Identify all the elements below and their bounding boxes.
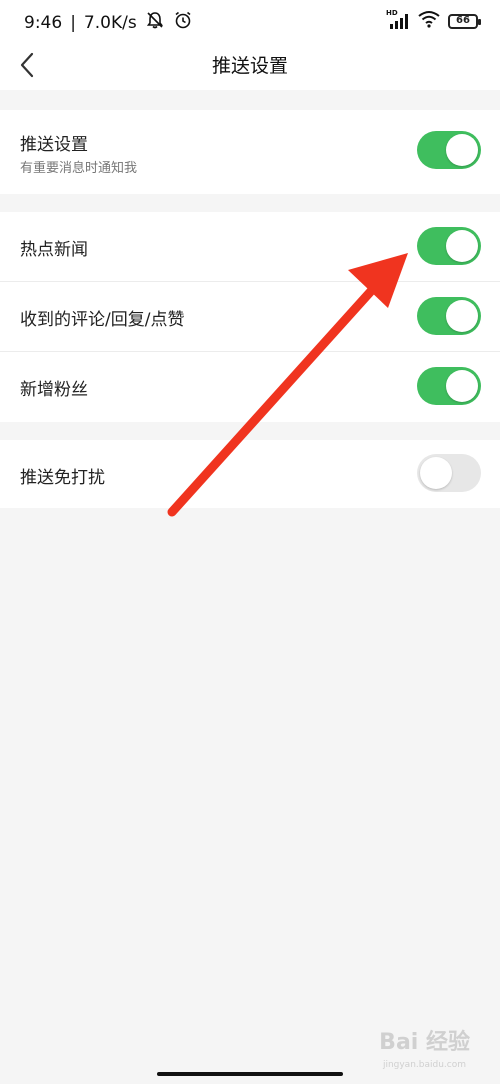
dnd-toggle[interactable] [417,454,481,492]
battery-level: 66 [456,14,470,26]
toggle-knob [446,370,478,402]
status-right: HD 66 [386,9,481,32]
network-speed: 7.0K/s [83,12,137,33]
status-bar: 9:46 | 7.0K/s HD 66 [0,0,500,44]
hot-news-row: 热点新闻 [0,212,500,282]
watermark-url: jingyan.baidu.com [382,1060,466,1070]
watermark-logo: Bai 经验 [379,1030,470,1055]
comments-toggle[interactable] [417,297,481,335]
hot-news-toggle[interactable] [417,227,481,265]
page-title: 推送设置 [211,55,288,77]
status-left: 9:46 | 7.0K/s [24,10,193,35]
alarm-clock-icon [173,10,193,35]
push-setting-label: 推送设置 [20,135,88,155]
toggle-knob [420,457,452,489]
dnd-label: 推送免打扰 [20,468,105,488]
toggle-knob [446,230,478,262]
toggle-knob [446,300,478,332]
comments-row: 收到的评论/回复/点赞 [0,282,500,352]
push-setting-row: 推送设置 有重要消息时通知我 [0,110,500,194]
toggle-knob [446,134,478,166]
signal-icon: HD [386,9,410,30]
hot-news-label: 热点新闻 [20,240,88,260]
push-settings-card: 推送设置 有重要消息时通知我 [0,110,500,194]
battery-icon: 66 [448,13,481,29]
header-bar: 推送设置 [0,44,500,90]
wifi-icon [418,10,440,32]
status-time: 9:46 [24,12,63,33]
notification-types-card: 热点新闻 收到的评论/回复/点赞 新增粉丝 [0,212,500,422]
push-setting-sublabel: 有重要消息时通知我 [20,161,138,176]
status-separator: | [70,12,76,33]
dnd-row: 推送免打扰 [0,440,500,508]
new-fans-toggle[interactable] [417,367,481,405]
push-setting-toggle[interactable] [417,131,481,169]
new-fans-row: 新增粉丝 [0,352,500,422]
comments-label: 收到的评论/回复/点赞 [20,310,185,330]
new-fans-label: 新增粉丝 [20,380,88,400]
mute-bell-icon [145,10,165,35]
home-indicator[interactable] [157,1072,343,1076]
dnd-card: 推送免打扰 [0,440,500,508]
